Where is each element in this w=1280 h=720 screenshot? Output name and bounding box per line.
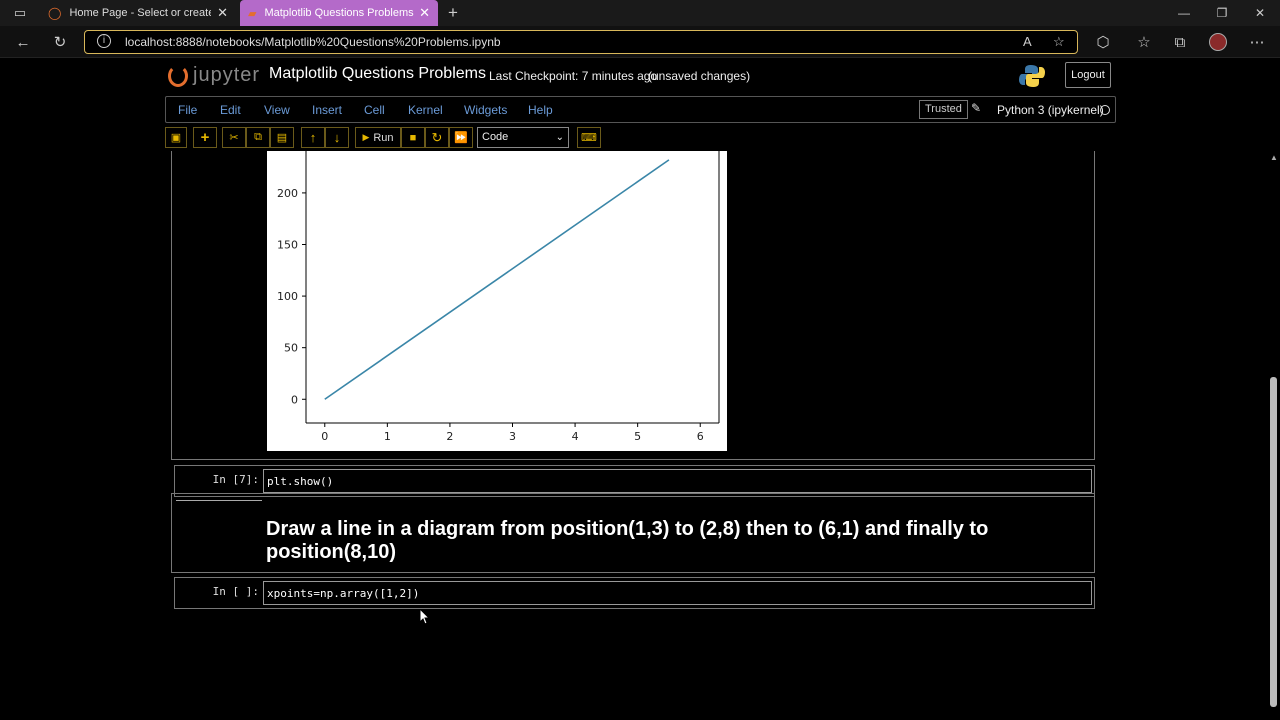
- y-tick-label: 50: [284, 342, 298, 355]
- x-tick-label: 5: [634, 430, 641, 443]
- kernel-name[interactable]: Python 3 (ipykernel): [997, 103, 1104, 117]
- run-button[interactable]: ▶ Run: [355, 127, 401, 148]
- profile-avatar[interactable]: [1206, 32, 1230, 52]
- save-icon[interactable]: ▣: [165, 127, 187, 148]
- menu-help[interactable]: Help: [528, 103, 553, 117]
- x-tick-label: 4: [572, 430, 579, 443]
- notebook-favicon-icon: ▰: [248, 7, 257, 20]
- menu-edit[interactable]: Edit: [220, 103, 241, 117]
- tab-title: Home Page - Select or create a n: [69, 7, 212, 19]
- jupyter-logo-text: jupyter: [193, 64, 261, 86]
- menu-insert[interactable]: Insert: [312, 103, 342, 117]
- read-aloud-icon[interactable]: A: [1023, 34, 1032, 49]
- keyboard-icon[interactable]: ⌨: [577, 127, 601, 148]
- restart-run-all-icon[interactable]: ⏩: [449, 127, 473, 148]
- unsaved-status: (unsaved changes): [648, 69, 751, 83]
- browser-nav-bar: ← ↻ i localhost:8888/notebooks/Matplotli…: [0, 26, 1280, 58]
- cell-prompt: In [ ]:: [212, 585, 259, 598]
- plot-output: 0 1 2 3 4 5 6 0 50 100 150 200: [267, 131, 727, 451]
- cell-prompt: In [7]:: [212, 473, 259, 486]
- y-tick-label: 0: [291, 393, 298, 406]
- y-tick-label: 150: [277, 238, 298, 251]
- scrollbar-thumb[interactable]: [1270, 377, 1277, 707]
- logout-button[interactable]: Logout: [1065, 62, 1111, 88]
- interrupt-icon[interactable]: ■: [401, 127, 425, 148]
- jupyter-logo-icon: [168, 64, 188, 87]
- pencil-icon[interactable]: ✎: [971, 101, 981, 115]
- run-label: Run: [373, 131, 394, 144]
- x-tick-label: 6: [697, 430, 704, 443]
- markdown-divider: [176, 500, 262, 501]
- x-tick-label: 1: [384, 430, 391, 443]
- kernel-status-icon: [1100, 105, 1110, 115]
- menu-cell[interactable]: Cell: [364, 103, 385, 117]
- tab-home-page[interactable]: ◯ Home Page - Select or create a n ✕: [40, 0, 236, 26]
- more-menu-icon[interactable]: ⋯: [1245, 32, 1269, 52]
- refresh-icon[interactable]: ↻: [48, 32, 72, 52]
- favorite-star-icon[interactable]: ☆: [1053, 34, 1065, 50]
- notebook-title[interactable]: Matplotlib Questions Problems: [269, 65, 486, 83]
- back-icon[interactable]: ←: [11, 32, 35, 52]
- notebook-toolbar: ▣ + ✂ ⧉ ▤ ↑ ↓ ▶ Run ■ ↻ ⏩ Code ⌄ ⌨: [165, 126, 1116, 150]
- menu-view[interactable]: View: [264, 103, 290, 117]
- x-tick-label: 3: [509, 430, 516, 443]
- scroll-up-icon[interactable]: ▲: [1268, 153, 1280, 163]
- paste-icon[interactable]: ▤: [270, 127, 294, 148]
- close-window-icon[interactable]: ✕: [1245, 3, 1275, 23]
- notebook-menubar: File Edit View Insert Cell Kernel Widget…: [165, 96, 1116, 123]
- minimize-icon[interactable]: —: [1169, 3, 1199, 23]
- restore-icon[interactable]: ❐: [1207, 3, 1237, 23]
- copy-icon[interactable]: ⧉: [246, 127, 270, 148]
- trusted-badge[interactable]: Trusted: [919, 100, 968, 119]
- url-text: localhost:8888/notebooks/Matplotlib%20Qu…: [125, 35, 501, 49]
- markdown-heading: Draw a line in a diagram from position(1…: [266, 518, 989, 563]
- cell-type-select[interactable]: Code ⌄: [477, 127, 569, 148]
- menu-kernel[interactable]: Kernel: [408, 103, 443, 117]
- checkpoint-status: Last Checkpoint: 7 minutes ago: [489, 69, 658, 83]
- insert-cell-icon[interactable]: +: [193, 127, 217, 148]
- jupyter-logo[interactable]: jupyter: [168, 64, 260, 87]
- markdown-cell[interactable]: Draw a line in a diagram from position(1…: [171, 493, 1095, 573]
- jupyter-favicon-icon: ◯: [48, 6, 62, 20]
- restart-icon[interactable]: ↻: [425, 127, 449, 148]
- move-down-icon[interactable]: ↓: [325, 127, 349, 148]
- move-up-icon[interactable]: ↑: [301, 127, 325, 148]
- mouse-cursor-icon: [420, 609, 431, 625]
- close-tab-icon[interactable]: ✕: [419, 5, 430, 21]
- menu-widgets[interactable]: Widgets: [464, 103, 507, 117]
- close-tab-icon[interactable]: ✕: [217, 5, 228, 21]
- address-bar[interactable]: i localhost:8888/notebooks/Matplotlib%20…: [84, 30, 1078, 54]
- tab-title: Matplotlib Questions Problems: [264, 7, 414, 19]
- x-tick-label: 0: [321, 430, 328, 443]
- chevron-down-icon: ⌄: [555, 132, 564, 143]
- page-scrollbar[interactable]: ▲: [1268, 151, 1280, 720]
- tab-actions-icon[interactable]: ▭: [8, 3, 32, 23]
- browser-tab-bar: ▭ ◯ Home Page - Select or create a n ✕ ▰…: [0, 0, 1280, 26]
- favorites-icon[interactable]: ☆: [1132, 32, 1156, 52]
- play-icon: ▶: [362, 132, 370, 142]
- x-tick-label: 2: [446, 430, 453, 443]
- collections-icon[interactable]: ⧉: [1168, 32, 1192, 52]
- output-cell[interactable]: 0 1 2 3 4 5 6 0 50 100 150 200: [171, 131, 1095, 460]
- code-input[interactable]: xpoints=np.array([1,2]): [263, 581, 1092, 605]
- tab-matplotlib-notebook[interactable]: ▰ Matplotlib Questions Problems ✕: [240, 0, 438, 26]
- site-info-icon[interactable]: i: [97, 34, 111, 48]
- y-tick-label: 100: [277, 290, 298, 303]
- line-chart: 0 1 2 3 4 5 6 0 50 100 150 200: [277, 131, 720, 443]
- menu-file[interactable]: File: [178, 103, 197, 117]
- code-input[interactable]: plt.show(): [263, 469, 1092, 493]
- code-cell-input[interactable]: In [ ]: xpoints=np.array([1,2]): [174, 577, 1095, 609]
- python-logo-icon: [1019, 65, 1045, 87]
- extensions-icon[interactable]: ⬡: [1091, 32, 1115, 52]
- cut-icon[interactable]: ✂: [222, 127, 246, 148]
- new-tab-icon[interactable]: +: [441, 3, 465, 23]
- y-tick-label: 200: [277, 187, 298, 200]
- cell-type-value: Code: [482, 131, 509, 143]
- notebook-container: 0 1 2 3 4 5 6 0 50 100 150 200 In [7]: plt.show() D…: [171, 131, 1095, 720]
- series-line: [324, 159, 670, 400]
